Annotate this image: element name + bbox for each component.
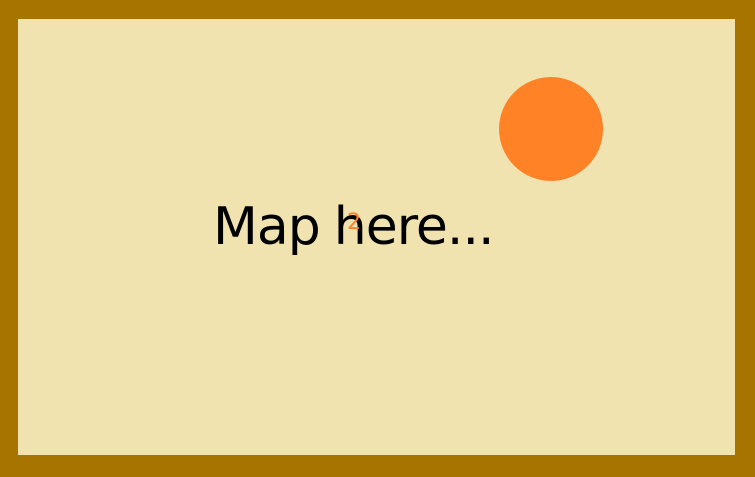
placeholder-word-map: Map [213, 197, 321, 257]
circle-marker-icon[interactable] [499, 77, 603, 181]
marker-label: 2 [347, 210, 361, 235]
map-area[interactable]: Map here... 2 [18, 19, 735, 455]
